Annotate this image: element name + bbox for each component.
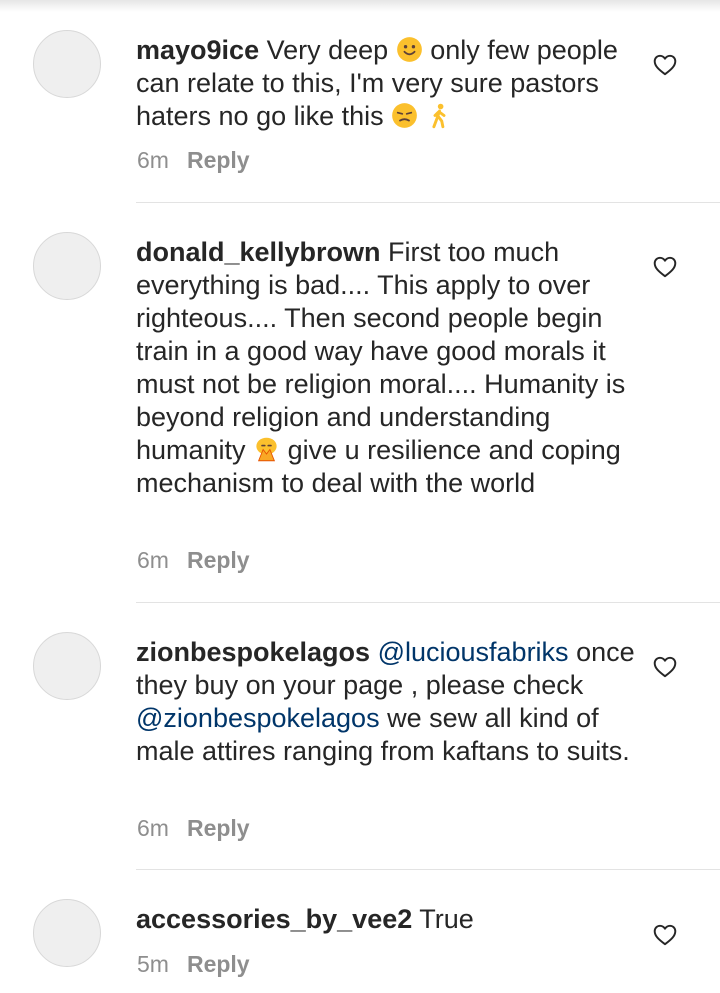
heart-outline-icon[interactable] xyxy=(652,654,678,680)
comment-time: 6m xyxy=(137,815,169,841)
comment-meta: 6m Reply xyxy=(137,546,250,574)
mention-link[interactable]: @zionbespokelagos xyxy=(136,703,380,733)
comment-meta: 6m Reply xyxy=(137,146,250,174)
comment-text: accessories_by_vee2 True xyxy=(136,903,636,936)
comment-meta: 6m Reply xyxy=(137,814,250,842)
comment-body: Very deep xyxy=(259,35,396,65)
reply-button[interactable]: Reply xyxy=(187,815,250,841)
avatar[interactable] xyxy=(33,899,101,967)
divider xyxy=(136,602,720,603)
heart-outline-icon[interactable] xyxy=(652,922,678,948)
reply-button[interactable]: Reply xyxy=(187,951,250,977)
comment-text: donald_kellybrown First too much everyth… xyxy=(136,236,636,500)
comment-text: zionbespokelagos @luciousfabriks once th… xyxy=(136,636,636,768)
comment-time: 5m xyxy=(137,951,169,977)
mention-link[interactable]: @luciousfabriks xyxy=(378,637,569,667)
heart-outline-icon[interactable] xyxy=(652,254,678,280)
folded-hands-icon xyxy=(256,437,277,462)
divider xyxy=(136,869,720,870)
comment-time: 6m xyxy=(137,147,169,173)
comment-time: 6m xyxy=(137,547,169,573)
comment-username[interactable]: accessories_by_vee2 xyxy=(136,904,412,934)
comment-text: mayo9ice Very deep only few people can r… xyxy=(136,34,636,133)
top-shadow xyxy=(0,0,720,12)
avatar[interactable] xyxy=(33,632,101,700)
comment-username[interactable]: zionbespokelagos xyxy=(136,637,370,667)
reply-button[interactable]: Reply xyxy=(187,147,250,173)
avatar[interactable] xyxy=(33,30,101,98)
slightly-smiling-face-icon xyxy=(396,37,422,62)
comment-username[interactable]: mayo9ice xyxy=(136,35,259,65)
reply-button[interactable]: Reply xyxy=(187,547,250,573)
unamused-face-icon xyxy=(392,103,418,128)
heart-outline-icon[interactable] xyxy=(652,52,678,78)
avatar[interactable] xyxy=(33,232,101,300)
comment-meta: 5m Reply xyxy=(137,950,250,978)
comment-body: True xyxy=(412,904,474,934)
walking-person-icon xyxy=(432,103,446,129)
comment-body: First too much everything is bad.... Thi… xyxy=(136,237,626,465)
divider xyxy=(136,202,720,203)
comment-username[interactable]: donald_kellybrown xyxy=(136,237,381,267)
